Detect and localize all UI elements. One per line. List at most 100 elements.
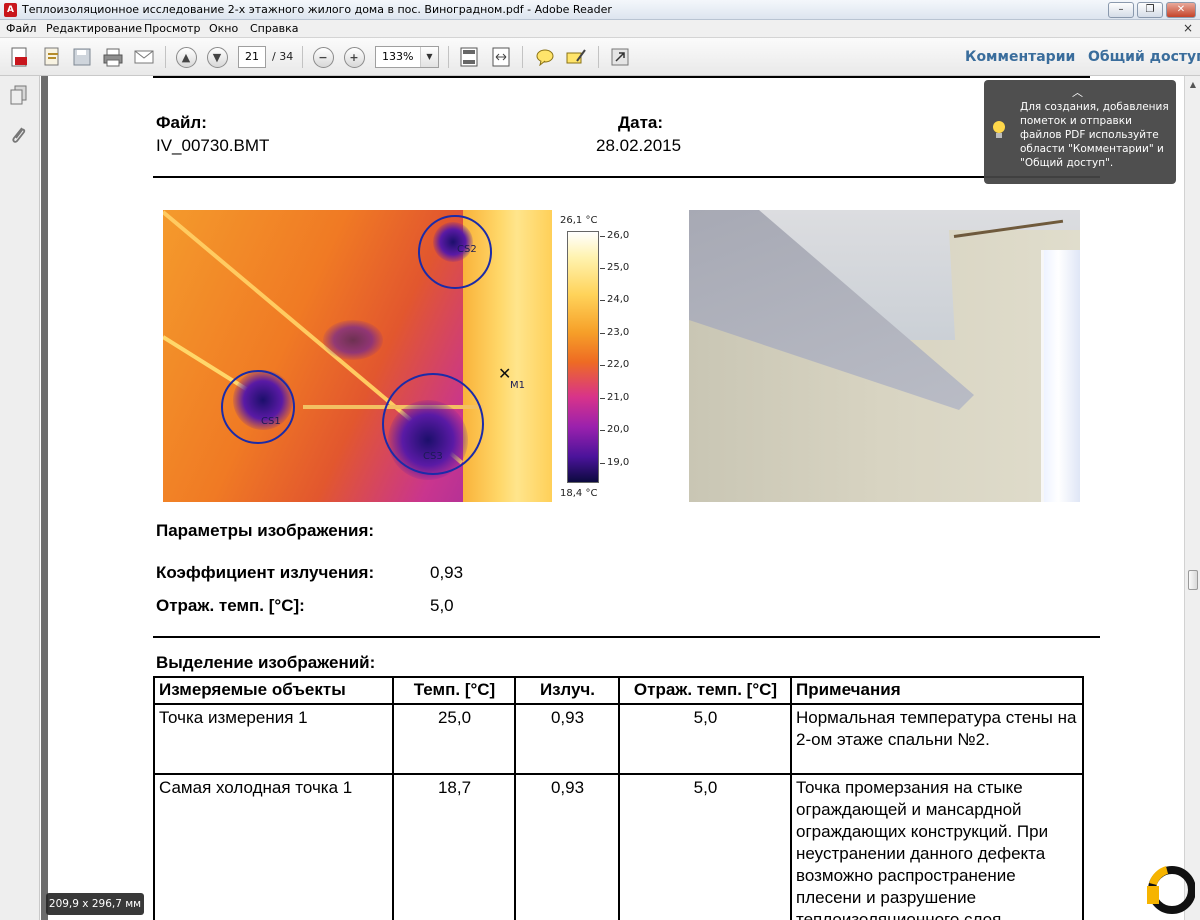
close-button[interactable]: ✕ — [1166, 2, 1196, 18]
menu-bar: Файл Редактирование Просмотр Окно Справк… — [0, 20, 1200, 38]
zoom-value: 133% — [382, 50, 414, 63]
room-photo — [689, 210, 1080, 502]
marker-ring-cs2 — [418, 215, 492, 289]
window-region — [1041, 250, 1080, 502]
adobe-reader-icon: A — [4, 3, 17, 17]
arrow-up-icon: ▲ — [175, 46, 197, 68]
emissivity-value: 0,93 — [430, 563, 464, 582]
menu-help[interactable]: Справка — [250, 22, 298, 35]
menu-edit[interactable]: Редактирование — [46, 22, 142, 35]
tick-24: 24,0 — [607, 294, 630, 305]
tooltip-text: Для создания, добавления пометок и отпра… — [1020, 101, 1169, 169]
zoom-select[interactable]: 133% ▼ — [375, 46, 439, 68]
create-pdf-icon[interactable] — [8, 45, 32, 69]
table-row: Самая холодная точка 1 18,7 0,93 5,0 Точ… — [153, 773, 1084, 920]
header-temp: Темп. [°C] — [392, 676, 516, 705]
cell-emis: 0,93 — [514, 773, 620, 920]
date-label: Дата: — [618, 113, 664, 132]
arrow-down-icon: ▼ — [206, 46, 228, 68]
previous-page-button[interactable]: ▲ — [174, 45, 198, 69]
cell-note: Нормальная температура стены на 2-ом эта… — [790, 703, 1084, 775]
restore-button[interactable]: ❐ — [1137, 2, 1163, 18]
header-objects: Измеряемые объекты — [153, 676, 394, 705]
cell-temp: 18,7 — [392, 773, 516, 920]
table-row: Точка измерения 1 25,0 0,93 5,0 Нормальн… — [153, 703, 1084, 775]
cell-object: Самая холодная точка 1 — [153, 773, 394, 920]
table-header-row: Измеряемые объекты Темп. [°C] Излуч. Отр… — [153, 676, 1084, 705]
refl-temp-label: Отраж. темп. [°C]: — [156, 596, 305, 615]
selection-title: Выделение изображений: — [156, 653, 376, 672]
page-size-badge: 209,9 x 296,7 мм — [46, 893, 144, 915]
scale-max: 26,1 °C — [560, 215, 598, 226]
file-value: IV_00730.BMT — [156, 136, 270, 155]
collapse-caret-icon[interactable]: ︿ — [1072, 84, 1083, 100]
next-page-button[interactable]: ▼ — [205, 45, 229, 69]
attachments-icon[interactable] — [9, 124, 29, 146]
minimize-button[interactable]: – — [1108, 2, 1134, 18]
marker-ring-cs1 — [221, 370, 295, 444]
cold-spot-mid — [323, 320, 383, 360]
page-number-input[interactable]: 21 — [238, 46, 266, 68]
email-icon[interactable] — [132, 45, 156, 69]
navigation-pane — [0, 76, 40, 920]
window-title: Теплоизоляционное исследование 2-х этажн… — [22, 3, 612, 16]
expand-icon[interactable] — [608, 45, 632, 69]
tick-26: 26,0 — [607, 230, 630, 241]
plus-icon: + — [343, 46, 365, 68]
comment-icon[interactable] — [533, 45, 557, 69]
tick-22: 22,0 — [607, 359, 630, 370]
label-cs3: CS3 — [423, 451, 443, 462]
comments-pane-button[interactable]: Комментарии — [965, 49, 1075, 65]
top-rule — [153, 76, 1090, 78]
tick-25: 25,0 — [607, 262, 630, 273]
date-value: 28.02.2015 — [596, 136, 682, 155]
close-document-icon[interactable]: × — [1183, 21, 1193, 35]
zoom-out-button[interactable]: − — [311, 45, 335, 69]
emissivity-label: Коэффициент излучения: — [156, 563, 375, 582]
chevron-down-icon[interactable]: ▼ — [420, 47, 438, 67]
cell-note: Точка промерзания на стыке ограждающей и… — [790, 773, 1084, 920]
title-bar: A Теплоизоляционное исследование 2-х эта… — [0, 0, 1200, 20]
cell-emis: 0,93 — [514, 703, 620, 775]
header-rule — [153, 176, 1100, 178]
header-notes: Примечания — [790, 676, 1084, 705]
share-pane-button[interactable]: Общий доступ — [1088, 49, 1200, 65]
tick-21: 21,0 — [607, 392, 630, 403]
zoom-in-button[interactable]: + — [342, 45, 366, 69]
vertical-scrollbar[interactable]: ▲ — [1184, 76, 1200, 920]
label-m1: M1 — [510, 380, 525, 391]
lightbulb-icon — [993, 121, 1005, 138]
tick-20: 20,0 — [607, 424, 630, 435]
fit-width-icon[interactable] — [489, 45, 513, 69]
menu-file[interactable]: Файл — [6, 22, 36, 35]
scrollbar-thumb[interactable] — [1188, 570, 1198, 590]
watermark-logo-icon — [1147, 866, 1195, 914]
menu-window[interactable]: Окно — [209, 22, 238, 35]
header-refl: Отраж. темп. [°C] — [618, 676, 792, 705]
edit-document-icon[interactable] — [40, 45, 64, 69]
info-tooltip: ︿ Для создания, добавления пометок и отп… — [984, 80, 1176, 184]
header-emis: Излуч. — [514, 676, 620, 705]
print-icon[interactable] — [101, 45, 125, 69]
label-cs2: CS2 — [457, 244, 477, 255]
refl-temp-value: 5,0 — [430, 596, 454, 615]
cell-refl: 5,0 — [618, 773, 792, 920]
cell-temp: 25,0 — [392, 703, 516, 775]
menu-view[interactable]: Просмотр — [144, 22, 200, 35]
pages-icon[interactable] — [9, 84, 29, 106]
params-rule — [153, 636, 1100, 638]
tick-23: 23,0 — [607, 327, 630, 338]
fit-page-icon[interactable] — [457, 45, 481, 69]
thermal-image: CS2 CS1 CS3 ✕ M1 — [163, 210, 552, 502]
save-icon[interactable] — [70, 45, 94, 69]
file-label: Файл: — [156, 113, 207, 132]
highlight-icon[interactable] — [564, 45, 588, 69]
cell-object: Точка измерения 1 — [153, 703, 394, 775]
scale-min: 18,4 °C — [560, 488, 598, 499]
minus-icon: − — [312, 46, 334, 68]
tick-19: 19,0 — [607, 457, 630, 468]
scroll-up-icon[interactable]: ▲ — [1185, 80, 1200, 89]
measurements-table: Измеряемые объекты Темп. [°C] Излуч. Отр… — [153, 676, 1084, 920]
label-cs1: CS1 — [261, 416, 281, 427]
page-total: / 34 — [272, 50, 294, 63]
